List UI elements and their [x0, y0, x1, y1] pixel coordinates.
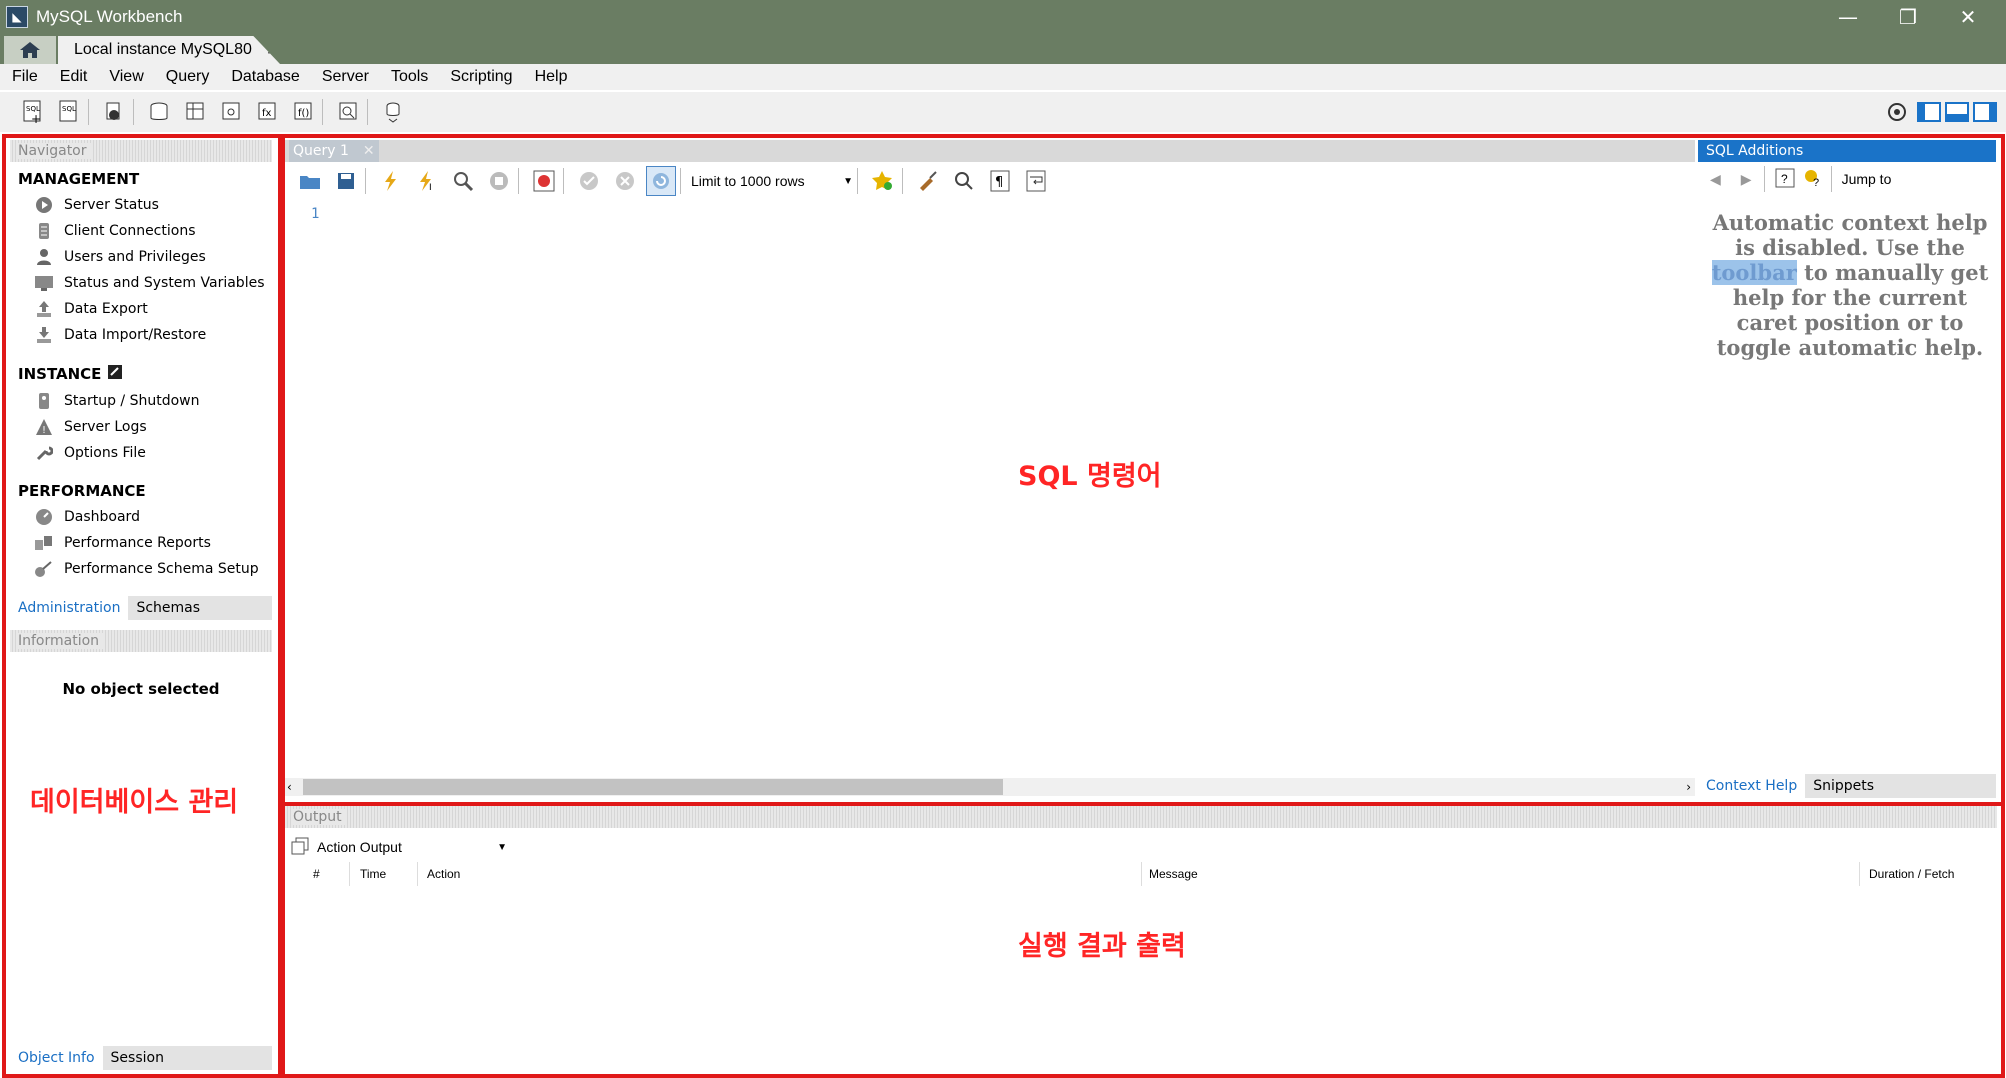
svg-text:+: +: [31, 112, 41, 125]
connection-tab-label: Local instance MySQL80: [74, 41, 252, 58]
menu-server[interactable]: Server: [322, 68, 369, 86]
create-table-icon[interactable]: [180, 97, 210, 127]
annotation-label-center: SQL 명령어: [1018, 461, 1162, 492]
menu-view[interactable]: View: [109, 68, 143, 86]
annotation-box-navigator: [2, 134, 282, 1078]
settings-icon[interactable]: [1882, 97, 1912, 127]
toggle-sidebar-icon[interactable]: [1916, 97, 1942, 127]
close-tab-icon[interactable]: ✕: [266, 40, 279, 60]
close-button[interactable]: ✕: [1938, 0, 1998, 34]
connection-tab[interactable]: Local instance MySQL80 ✕: [58, 36, 280, 64]
toggle-output-icon[interactable]: [1944, 97, 1970, 127]
mysql-logo-icon: ◣: [6, 6, 28, 28]
main-toolbar: SQL + SQL fx f(): [0, 92, 2006, 132]
home-tab[interactable]: [4, 36, 56, 64]
menu-help[interactable]: Help: [535, 68, 568, 86]
reconnect-icon[interactable]: [378, 97, 408, 127]
window-title: MySQL Workbench: [36, 7, 183, 26]
title-bar: ◣ MySQL Workbench — ❐ ✕: [0, 0, 2006, 34]
menu-edit[interactable]: Edit: [60, 68, 88, 86]
open-sql-script-icon[interactable]: SQL: [54, 97, 84, 127]
menu-scripting[interactable]: Scripting: [450, 68, 512, 86]
home-icon: [20, 42, 40, 58]
svg-text:fx: fx: [262, 108, 272, 119]
svg-text:f(): f(): [298, 108, 309, 119]
minimize-button[interactable]: —: [1818, 0, 1878, 34]
inspector-icon[interactable]: [99, 97, 129, 127]
new-sql-tab-icon[interactable]: SQL +: [18, 97, 48, 127]
menu-file[interactable]: File: [12, 68, 38, 86]
toggle-secondary-sidebar-icon[interactable]: [1972, 97, 1998, 127]
create-view-icon[interactable]: [216, 97, 246, 127]
create-schema-icon[interactable]: [144, 97, 174, 127]
svg-text:SQL: SQL: [62, 105, 76, 113]
annotation-label-left: 데이터베이스 관리: [30, 787, 239, 818]
menu-tools[interactable]: Tools: [391, 68, 428, 86]
create-procedure-icon[interactable]: fx: [252, 97, 282, 127]
search-table-data-icon[interactable]: [333, 97, 363, 127]
create-function-icon[interactable]: f(): [288, 97, 318, 127]
menu-bar: File Edit View Query Database Server Too…: [0, 64, 2006, 90]
menu-query[interactable]: Query: [166, 68, 210, 86]
annotation-label-bottom: 실행 결과 출력: [1018, 931, 1186, 962]
connection-tabbar: Local instance MySQL80 ✕: [0, 34, 2006, 64]
menu-database[interactable]: Database: [231, 68, 300, 86]
maximize-button[interactable]: ❐: [1878, 0, 1938, 34]
